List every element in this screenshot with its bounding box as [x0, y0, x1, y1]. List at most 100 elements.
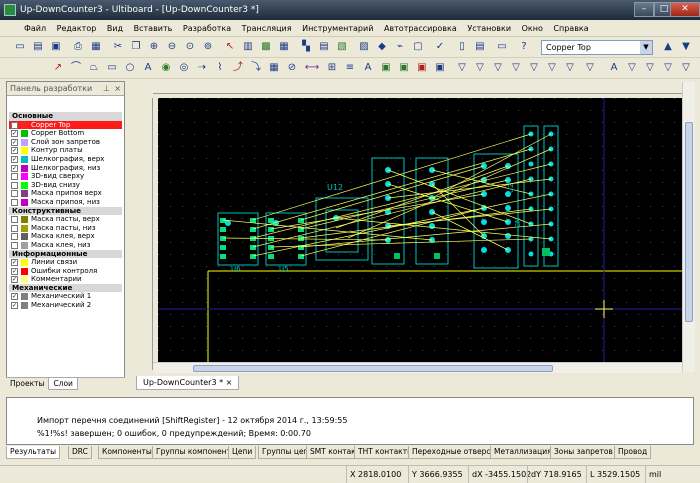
menu-transfer[interactable]: Трансляция [238, 20, 296, 37]
layer-visibility-checkbox[interactable] [11, 233, 18, 241]
menu-window[interactable]: Окно [518, 20, 547, 37]
place-poly-icon[interactable]: ⏢ [86, 60, 102, 76]
tab-document[interactable]: Up-DownCounter3 * × [136, 376, 240, 390]
filter-j-icon[interactable]: ▽ [642, 60, 658, 76]
layer-visibility-checkbox[interactable]: ✓ [11, 259, 18, 267]
place-bus-icon[interactable]: ⇢ [194, 60, 210, 76]
wire-icon[interactable]: ⌁ [392, 39, 408, 55]
close-button[interactable]: ✕ [670, 2, 700, 17]
vertical-scrollbar[interactable] [682, 82, 695, 372]
layer-visibility-checkbox[interactable] [11, 173, 18, 181]
menu-view[interactable]: Вид [103, 20, 127, 37]
save-icon[interactable]: ▣ [48, 39, 64, 55]
open-icon[interactable]: ▤ [30, 39, 46, 55]
menu-options[interactable]: Установки [463, 20, 515, 37]
zoom-out-icon[interactable]: ⊖ [164, 39, 180, 55]
filter-a-icon[interactable]: ▽ [454, 60, 470, 76]
filter-h-icon[interactable]: ▽ [582, 60, 598, 76]
cut-icon[interactable]: ✂ [110, 39, 126, 55]
close-icon[interactable]: × [226, 378, 233, 387]
menu-edit[interactable]: Редактор [53, 20, 101, 37]
print-icon[interactable]: ⎙ [70, 39, 86, 55]
layer-visibility-checkbox[interactable] [11, 198, 18, 206]
menu-file[interactable]: Файл [20, 20, 50, 37]
layer-row[interactable]: ✓ Контур платы [9, 146, 122, 155]
layer-row[interactable]: ✓ Шелкография, верх [9, 155, 122, 164]
pcb-canvas[interactable]: U12 U6 U5 U2 CN [158, 98, 682, 370]
layer-visibility-checkbox[interactable]: ✓ [11, 138, 18, 146]
layer-row[interactable]: Маска припоя, низ [9, 198, 122, 207]
filter-i-icon[interactable]: ▽ [624, 60, 640, 76]
chip2-icon[interactable]: ▣ [396, 60, 412, 76]
drc-icon[interactable]: ✓ [432, 39, 448, 55]
chip3-icon[interactable]: ▣ [414, 60, 430, 76]
filter-d-icon[interactable]: ▽ [508, 60, 524, 76]
board-icon[interactable]: ▥ [240, 39, 256, 55]
table-icon[interactable]: ▦ [276, 39, 292, 55]
layer-visibility-checkbox[interactable]: ✓ [11, 130, 18, 138]
ruler-icon[interactable]: ▤ [316, 39, 332, 55]
place-rect-icon[interactable]: ▭ [104, 60, 120, 76]
layer-row[interactable]: ✓ Механический 2 [9, 301, 122, 310]
horizontal-scrollbar[interactable] [153, 362, 682, 373]
place-via-icon[interactable]: ◎ [176, 60, 192, 76]
minimize-button[interactable]: – [634, 2, 654, 17]
layer-visibility-checkbox[interactable]: ✓ [11, 155, 18, 163]
route-icon[interactable]: ⤴ [230, 60, 246, 76]
layer-visibility-checkbox[interactable]: ✓ [11, 147, 18, 155]
layer-row[interactable]: 3D-вид снизу [9, 181, 122, 190]
tab-projects[interactable]: Проекты [6, 378, 48, 389]
menu-tools[interactable]: Инструментарий [298, 20, 377, 37]
layer-down-icon[interactable]: ▼ [678, 39, 694, 55]
layer-row[interactable]: ✓ Шелкография, низ [9, 164, 122, 173]
zoom-area-icon[interactable]: ⊙ [182, 39, 198, 55]
filter-f-icon[interactable]: ▽ [544, 60, 560, 76]
layer-row[interactable]: ✓ Слой зон запретов [9, 138, 122, 147]
layer-row[interactable]: Маска припоя верх [9, 189, 122, 198]
layer-visibility-checkbox[interactable]: ✓ [11, 302, 18, 310]
output-tab[interactable]: Зоны запретов [550, 446, 617, 459]
layer-visibility-checkbox[interactable] [11, 241, 18, 249]
component-icon[interactable]: ▩ [258, 39, 274, 55]
place-circle-icon[interactable]: ○ [122, 60, 138, 76]
zoom-in-icon[interactable]: ⊕ [146, 39, 162, 55]
preview-icon[interactable]: ▦ [88, 39, 104, 55]
chip4-icon[interactable]: ▣ [432, 60, 448, 76]
help-icon[interactable]: ? [516, 39, 532, 55]
output-tab[interactable]: Провод [614, 446, 652, 459]
filter-g-icon[interactable]: ▽ [562, 60, 578, 76]
layer-row[interactable]: ✓ Линии связи [9, 258, 122, 267]
copy-icon[interactable]: ❐ [128, 39, 144, 55]
layer-visibility-checkbox[interactable]: ✓ [11, 121, 18, 129]
follow-me-icon[interactable]: ⤵ [248, 60, 264, 76]
dimension-icon[interactable]: ⟷ [304, 60, 320, 76]
layer-visibility-checkbox[interactable]: ✓ [11, 276, 18, 284]
output-tab[interactable]: Результаты [6, 446, 61, 459]
place-pad-icon[interactable]: ◉ [158, 60, 174, 76]
output-tab[interactable]: DRC [68, 446, 92, 459]
layer-row[interactable]: ✓ Ошибки контроля [9, 267, 122, 276]
place-trace-icon[interactable]: ⌇ [212, 60, 228, 76]
menu-help[interactable]: Справка [549, 20, 592, 37]
filter-k-icon[interactable]: ▽ [660, 60, 676, 76]
layer-visibility-checkbox[interactable] [11, 190, 18, 198]
output-tab[interactable]: Металлизация [490, 446, 556, 459]
new-icon[interactable]: ▭ [12, 39, 28, 55]
text-filter-icon[interactable]: A [606, 60, 622, 76]
layer-select[interactable]: Copper Top ▼ [541, 40, 653, 55]
chip-icon[interactable]: ▣ [378, 60, 394, 76]
layer-visibility-checkbox[interactable]: ✓ [11, 267, 18, 275]
layer-row[interactable]: ✓ Copper Top [9, 120, 122, 130]
measure-icon[interactable]: ⊞ [324, 60, 340, 76]
filter-l-icon[interactable]: ▽ [678, 60, 694, 76]
menu-insert[interactable]: Вставить [130, 20, 177, 37]
layers-icon[interactable]: ▧ [334, 39, 350, 55]
place-line-icon[interactable]: ↗ [50, 60, 66, 76]
layer-visibility-checkbox[interactable] [11, 216, 18, 224]
place-text-icon[interactable]: A [140, 60, 156, 76]
place-arc-icon[interactable]: ⌒ [68, 60, 84, 76]
label-icon[interactable]: A [360, 60, 376, 76]
layer-row[interactable]: 3D-вид сверху [9, 172, 122, 181]
layer-row[interactable]: Маска пасты, низ [9, 224, 122, 233]
select-icon[interactable]: ↖ [222, 39, 238, 55]
